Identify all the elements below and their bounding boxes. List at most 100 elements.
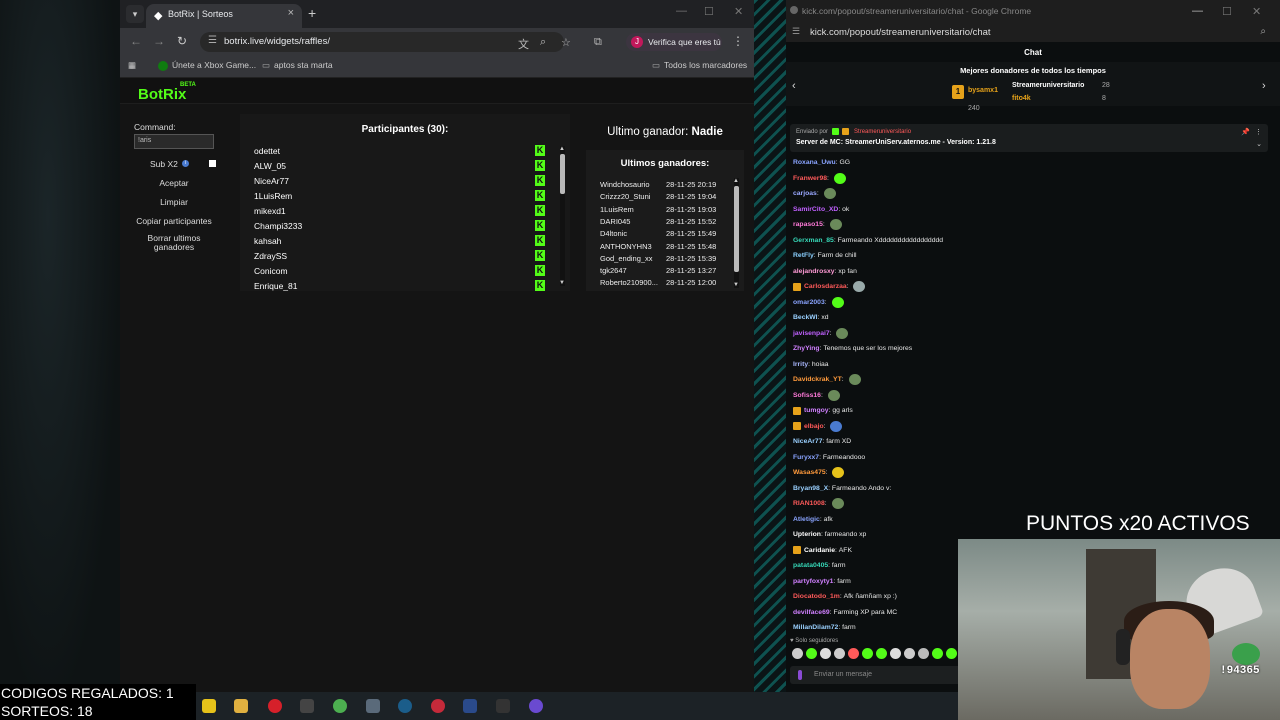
accept-button[interactable]: Aceptar (134, 178, 214, 188)
info-icon[interactable]: i (182, 160, 189, 167)
chat-username[interactable]: elbajo (804, 423, 824, 430)
chat-username[interactable]: Gerxman_85 (793, 237, 834, 244)
more-options-icon[interactable]: ⋮ (1255, 128, 1262, 136)
maximize-button[interactable]: ☐ (704, 5, 714, 18)
chat-username[interactable]: MillanDilam72 (793, 624, 838, 631)
emote-icon[interactable] (918, 648, 929, 659)
chat-username[interactable]: Franwer98 (793, 175, 827, 182)
botrix-logo[interactable]: BotRix BETA (138, 82, 196, 103)
tab-search-button[interactable]: ▾ (126, 5, 144, 23)
chat-username[interactable]: omar2003 (793, 299, 825, 306)
clear-winners-button[interactable]: Borrar ultimos ganadores (134, 234, 214, 252)
steam-icon[interactable] (398, 699, 412, 713)
donor-name[interactable]: bysamx1 (968, 87, 998, 94)
emote-icon[interactable] (932, 648, 943, 659)
emote-icon[interactable] (946, 648, 957, 659)
sub-x2-checkbox[interactable] (209, 160, 216, 167)
chat-username[interactable]: Upterion (793, 531, 821, 538)
participants-scroll-thumb[interactable] (560, 154, 565, 194)
minimize-button[interactable]: — (676, 5, 687, 17)
forward-arrow-icon[interactable]: → (153, 34, 165, 48)
chrome-icon[interactable] (333, 699, 347, 713)
chat-username[interactable]: Roxana_Uwu (793, 159, 836, 166)
winners-scroll-thumb[interactable] (734, 186, 739, 272)
chat-username[interactable]: carjoas (793, 190, 817, 197)
new-tab-button[interactable]: + (308, 5, 316, 21)
copy-participants-button[interactable]: Copiar participantes (134, 216, 214, 226)
bookmark-xbox[interactable]: Únete a Xbox Game... (158, 60, 256, 71)
chat-username[interactable]: Davidckrak_YT (793, 376, 842, 383)
scroll-down-icon[interactable]: ▼ (733, 282, 739, 288)
opera-icon[interactable] (268, 699, 282, 713)
chat-username[interactable]: Bryan98_X (793, 485, 828, 492)
chevron-right-icon[interactable]: › (1262, 80, 1266, 92)
tab-botrix-sorteos[interactable]: ◆ BotRix | Sorteos × (146, 4, 302, 28)
emote-icon[interactable] (792, 648, 803, 659)
app-icon[interactable] (366, 699, 380, 713)
zoom-icon[interactable]: ⌕ (1260, 26, 1266, 37)
chat-username[interactable]: tumgoy (804, 407, 829, 414)
emote-icon[interactable] (890, 648, 901, 659)
profile-verify-button[interactable]: J Verifica que eres tú (626, 33, 722, 51)
minimize-button[interactable]: — (1192, 5, 1203, 17)
translate-icon[interactable]: 文 (518, 36, 529, 52)
bookmark-folder-aptos[interactable]: ▭ aptos sta marta (262, 60, 333, 71)
chat-username[interactable]: Caridanie (804, 547, 835, 554)
emote-icon[interactable] (876, 648, 887, 659)
file-explorer-icon[interactable] (234, 699, 248, 713)
close-window-button[interactable]: ✕ (734, 5, 743, 18)
emote-icon[interactable] (904, 648, 915, 659)
chat-username[interactable]: RIAN1008 (793, 500, 825, 507)
maximize-button[interactable]: ☐ (1222, 5, 1232, 18)
chat-username[interactable]: patata0405 (793, 562, 828, 569)
apps-grid-icon[interactable]: ▦ (128, 60, 136, 71)
scroll-down-icon[interactable]: ▼ (559, 280, 565, 286)
chat-username[interactable]: Irrity (793, 361, 808, 368)
clear-button[interactable]: Limpiar (134, 197, 214, 207)
bookmark-star-icon[interactable]: ☆ (561, 36, 571, 49)
copilot-icon[interactable] (202, 699, 216, 713)
all-bookmarks-button[interactable]: ▭ Todos los marcadores (652, 60, 747, 71)
zoom-icon[interactable]: ⌕ (540, 36, 546, 49)
chat-username[interactable]: ZhyYing (793, 345, 820, 352)
epic-games-icon[interactable] (496, 699, 510, 713)
address-bar[interactable]: ☰ botrix.live/widgets/raffles/ (200, 32, 564, 52)
chat-input[interactable]: Enviar un mensaje (790, 666, 966, 684)
scroll-up-icon[interactable]: ▲ (559, 146, 565, 152)
emote-icon[interactable] (862, 648, 873, 659)
command-input[interactable]: !aris (134, 134, 214, 149)
chat-username[interactable]: Carlosdarzaa (804, 283, 847, 290)
site-info-icon[interactable]: ☰ (208, 35, 217, 46)
close-tab-icon[interactable]: × (288, 7, 294, 19)
reload-icon[interactable]: ↻ (177, 34, 187, 48)
visual-studio-icon[interactable] (463, 699, 477, 713)
chat-username[interactable]: partyfoxyty1 (793, 578, 833, 585)
chat-username[interactable]: Atletigic (793, 516, 820, 523)
app-icon[interactable] (529, 699, 543, 713)
pinned-message[interactable]: Enviado por Streameruniversitario Server… (790, 124, 1268, 152)
emote-icon[interactable] (834, 648, 845, 659)
app-icon[interactable] (300, 699, 314, 713)
chevron-left-icon[interactable]: ‹ (792, 80, 796, 92)
emote-icon[interactable] (848, 648, 859, 659)
chat-username[interactable]: Sofiss16 (793, 392, 821, 399)
app-icon[interactable] (431, 699, 445, 713)
chat-username[interactable]: rapaso15 (793, 221, 823, 228)
chat-username[interactable]: BeckWl (793, 314, 818, 321)
emote-icon[interactable] (820, 648, 831, 659)
chat-username[interactable]: RetFly (793, 252, 814, 259)
donor-name[interactable]: fito4k (1012, 95, 1031, 102)
chat-username[interactable]: javisenpai7 (793, 330, 830, 337)
chat-username[interactable]: Furyxx7 (793, 454, 819, 461)
pin-icon[interactable]: 📌 (1241, 128, 1250, 136)
chrome-menu-icon[interactable]: ⋮ (732, 34, 744, 48)
chat-username[interactable]: NiceAr77 (793, 438, 822, 445)
chat-username[interactable]: Diocatodo_1m (793, 593, 840, 600)
emote-icon[interactable] (806, 648, 817, 659)
chat-username[interactable]: devilface69 (793, 609, 830, 616)
chat-username[interactable]: alejandrosxy (793, 268, 835, 275)
donor-name[interactable]: Streameruniversitario (1012, 82, 1084, 89)
chat-username[interactable]: Wasas475 (793, 469, 826, 476)
back-arrow-icon[interactable]: ← (130, 34, 142, 48)
chevron-down-icon[interactable]: ⌄ (1256, 140, 1262, 148)
